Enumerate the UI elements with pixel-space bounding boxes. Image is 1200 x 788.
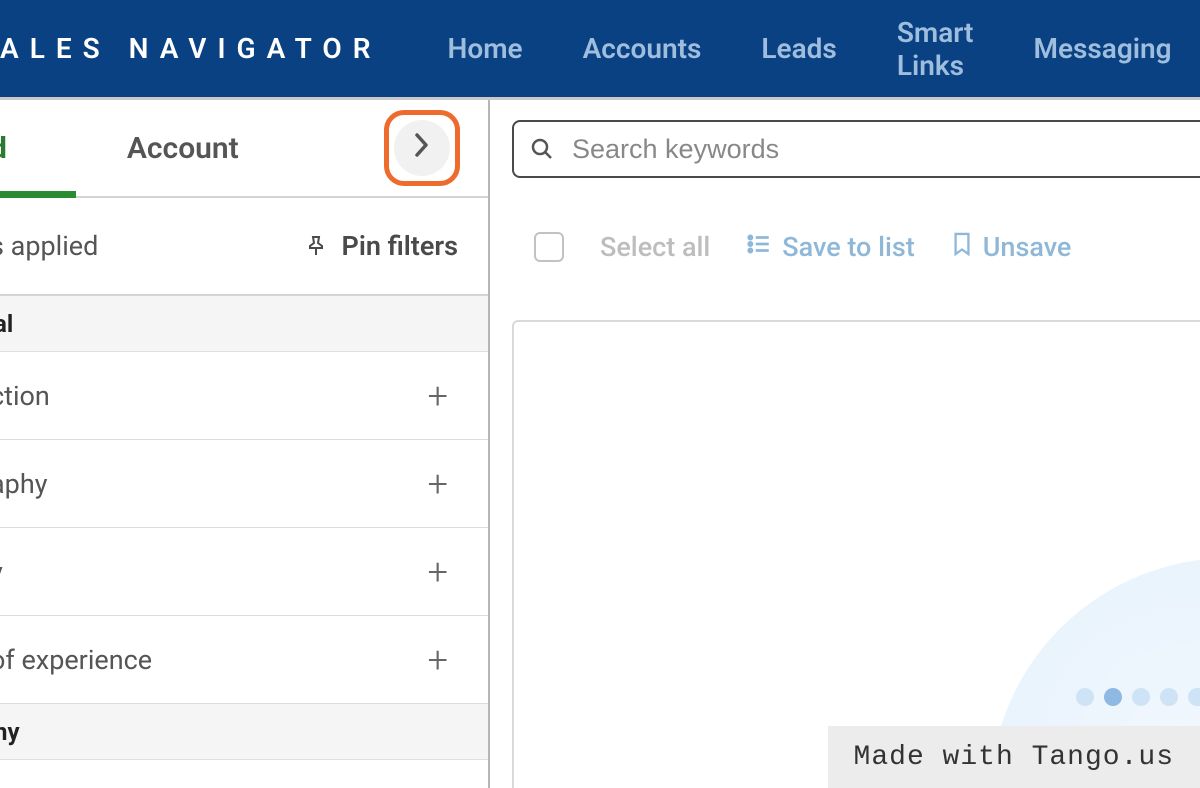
filter-section-label: ny <box>0 718 20 746</box>
nav-accounts[interactable]: Accounts <box>561 32 724 65</box>
select-all-label: Select all <box>600 231 710 263</box>
search-input[interactable] <box>570 133 1200 166</box>
filters-status-row: s applied Pin filters <box>0 198 488 296</box>
search-icon <box>530 137 554 161</box>
filter-label: aphy <box>0 468 48 500</box>
plus-icon: + <box>428 554 448 590</box>
save-to-list-label: Save to list <box>782 231 914 263</box>
bulk-action-row: Select all Save to list Unsave <box>490 198 1200 296</box>
filter-row-0[interactable]: ction + <box>0 352 488 440</box>
nav-messaging[interactable]: Messaging <box>1011 32 1193 65</box>
filter-row-1[interactable]: aphy + <box>0 440 488 528</box>
tango-watermark: Made with Tango.us <box>828 726 1200 788</box>
dot <box>1160 688 1178 706</box>
dot <box>1132 688 1150 706</box>
save-to-list-button[interactable]: Save to list <box>746 231 914 264</box>
select-all-checkbox[interactable] <box>534 232 564 262</box>
nav-leads[interactable]: Leads <box>739 32 858 65</box>
tab-lead[interactable]: d <box>0 131 27 166</box>
list-icon <box>746 231 772 264</box>
dot <box>1076 688 1094 706</box>
filter-label: ction <box>0 380 50 412</box>
carousel-dots <box>1076 688 1200 706</box>
unsave-label: Unsave <box>983 231 1072 263</box>
content: d Account s applied Pin filters <box>0 97 1200 788</box>
nav-smart-links[interactable]: Smart Links <box>875 16 996 82</box>
tab-account[interactable]: Account <box>127 131 239 166</box>
collapse-highlight <box>384 110 460 186</box>
filter-label: of experience <box>0 644 152 676</box>
filter-section-label: al <box>0 310 13 338</box>
filter-panel: d Account s applied Pin filters <box>0 100 490 788</box>
filter-row-2[interactable]: y + <box>0 528 488 616</box>
tab-underline <box>0 191 76 198</box>
search-box[interactable] <box>512 120 1200 178</box>
chevron-right-icon <box>414 133 430 164</box>
plus-icon: + <box>428 466 448 502</box>
entity-tabs: d Account <box>0 100 488 198</box>
plus-icon: + <box>428 378 448 414</box>
plus-icon: + <box>428 642 448 678</box>
filter-section-company: ny <box>0 704 488 760</box>
dot-active <box>1104 688 1122 706</box>
results-panel: Select all Save to list Unsave <box>490 100 1200 788</box>
filters-applied-label: s applied <box>0 230 98 262</box>
filter-section-personal: al <box>0 296 488 352</box>
top-nav: ALES NAVIGATOR Home Accounts Leads Smart… <box>0 0 1200 97</box>
search-row <box>490 100 1200 198</box>
pin-filters-label: Pin filters <box>342 230 458 262</box>
pin-icon <box>304 234 328 258</box>
unsave-button[interactable]: Unsave <box>951 231 1072 264</box>
bookmark-icon <box>951 231 973 264</box>
pin-filters-button[interactable]: Pin filters <box>304 230 458 262</box>
filter-row-3[interactable]: of experience + <box>0 616 488 704</box>
nav-home[interactable]: Home <box>426 32 545 65</box>
collapse-panel-button[interactable] <box>394 120 450 176</box>
filter-label: y <box>0 556 3 588</box>
brand-title: ALES NAVIGATOR <box>0 32 418 65</box>
dot <box>1188 688 1200 706</box>
